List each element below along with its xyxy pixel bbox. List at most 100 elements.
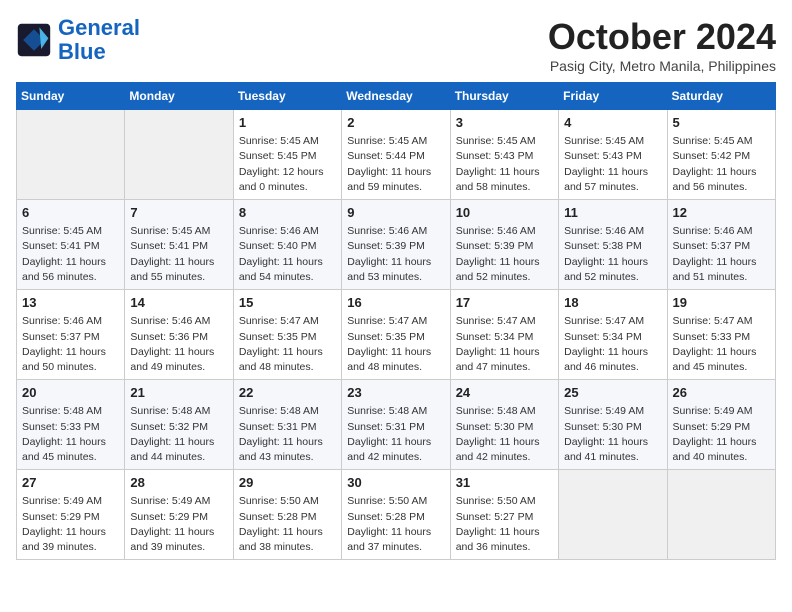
- header-row: SundayMondayTuesdayWednesdayThursdayFrid…: [17, 83, 776, 110]
- calendar-cell: 19 Sunrise: 5:47 AMSunset: 5:33 PMDayligh…: [667, 290, 775, 380]
- header-cell-wednesday: Wednesday: [342, 83, 450, 110]
- calendar-cell: 9Sunrise: 5:46 AMSunset: 5:39 PMDaylight…: [342, 200, 450, 290]
- cell-content: Sunrise: 5:46 AMSunset: 5:36 PMDaylight:…: [130, 314, 227, 375]
- calendar-cell: 21 Sunrise: 5:48 AMSunset: 5:32 PMDayligh…: [125, 380, 233, 470]
- calendar-cell: 4 Sunrise: 5:45 AMSunset: 5:43 PMDaylight…: [559, 110, 667, 200]
- day-number: 21: [130, 384, 227, 402]
- cell-content: Sunrise: 5:48 AMSunset: 5:31 PMDaylight:…: [239, 404, 336, 465]
- cell-content: Sunrise: 5:46 AMSunset: 5:37 PMDaylight:…: [673, 224, 770, 285]
- calendar-cell: 1 Sunrise: 5:45 AMSunset: 5:45 PMDaylight…: [233, 110, 341, 200]
- calendar-cell: 18 Sunrise: 5:47 AMSunset: 5:34 PMDayligh…: [559, 290, 667, 380]
- calendar-cell: 14 Sunrise: 5:46 AMSunset: 5:36 PMDayligh…: [125, 290, 233, 380]
- day-number: 29: [239, 474, 336, 492]
- cell-content: Sunrise: 5:48 AMSunset: 5:31 PMDaylight:…: [347, 404, 444, 465]
- day-number: 14: [130, 294, 227, 312]
- calendar-cell: [17, 110, 125, 200]
- day-number: 11: [564, 204, 661, 222]
- calendar-cell: 5Sunrise: 5:45 AMSunset: 5:42 PMDaylight…: [667, 110, 775, 200]
- day-number: 27: [22, 474, 119, 492]
- week-row-1: 1 Sunrise: 5:45 AMSunset: 5:45 PMDaylight…: [17, 110, 776, 200]
- cell-content: Sunrise: 5:48 AMSunset: 5:30 PMDaylight:…: [456, 404, 553, 465]
- calendar-cell: 28Sunrise: 5:49 AMSunset: 5:29 PMDayligh…: [125, 470, 233, 560]
- calendar-cell: 20Sunrise: 5:48 AMSunset: 5:33 PMDayligh…: [17, 380, 125, 470]
- header-cell-monday: Monday: [125, 83, 233, 110]
- calendar-cell: 24 Sunrise: 5:48 AMSunset: 5:30 PMDayligh…: [450, 380, 558, 470]
- day-number: 1: [239, 114, 336, 132]
- day-number: 25: [564, 384, 661, 402]
- calendar-cell: 27Sunrise: 5:49 AMSunset: 5:29 PMDayligh…: [17, 470, 125, 560]
- calendar-cell: 3Sunrise: 5:45 AMSunset: 5:43 PMDaylight…: [450, 110, 558, 200]
- cell-content: Sunrise: 5:49 AMSunset: 5:29 PMDaylight:…: [130, 494, 227, 555]
- title-block: October 2024 Pasig City, Metro Manila, P…: [548, 16, 776, 74]
- calendar-cell: 7 Sunrise: 5:45 AMSunset: 5:41 PMDaylight…: [125, 200, 233, 290]
- cell-content: Sunrise: 5:48 AMSunset: 5:32 PMDaylight:…: [130, 404, 227, 465]
- cell-content: Sunrise: 5:46 AMSunset: 5:40 PMDaylight:…: [239, 224, 336, 285]
- day-number: 7: [130, 204, 227, 222]
- cell-content: Sunrise: 5:45 AMSunset: 5:43 PMDaylight:…: [564, 134, 661, 195]
- header-cell-saturday: Saturday: [667, 83, 775, 110]
- month-title: October 2024: [548, 16, 776, 58]
- day-number: 5: [673, 114, 770, 132]
- cell-content: Sunrise: 5:47 AMSunset: 5:33 PMDaylight:…: [673, 314, 770, 375]
- cell-content: Sunrise: 5:45 AMSunset: 5:44 PMDaylight:…: [347, 134, 444, 195]
- calendar-cell: 26Sunrise: 5:49 AMSunset: 5:29 PMDayligh…: [667, 380, 775, 470]
- day-number: 3: [456, 114, 553, 132]
- cell-content: Sunrise: 5:49 AMSunset: 5:29 PMDaylight:…: [673, 404, 770, 465]
- cell-content: Sunrise: 5:49 AMSunset: 5:30 PMDaylight:…: [564, 404, 661, 465]
- day-number: 15: [239, 294, 336, 312]
- calendar-cell: 25 Sunrise: 5:49 AMSunset: 5:30 PMDayligh…: [559, 380, 667, 470]
- calendar-cell: 17 Sunrise: 5:47 AMSunset: 5:34 PMDayligh…: [450, 290, 558, 380]
- header-cell-tuesday: Tuesday: [233, 83, 341, 110]
- page-header: General Blue October 2024 Pasig City, Me…: [16, 16, 776, 74]
- day-number: 24: [456, 384, 553, 402]
- cell-content: Sunrise: 5:50 AMSunset: 5:28 PMDaylight:…: [347, 494, 444, 555]
- cell-content: Sunrise: 5:46 AMSunset: 5:37 PMDaylight:…: [22, 314, 119, 375]
- logo-line1: General: [58, 15, 140, 40]
- calendar-body: 1 Sunrise: 5:45 AMSunset: 5:45 PMDaylight…: [17, 110, 776, 560]
- calendar-cell: 13Sunrise: 5:46 AMSunset: 5:37 PMDayligh…: [17, 290, 125, 380]
- week-row-4: 20Sunrise: 5:48 AMSunset: 5:33 PMDayligh…: [17, 380, 776, 470]
- calendar-cell: 10 Sunrise: 5:46 AMSunset: 5:39 PMDayligh…: [450, 200, 558, 290]
- calendar-cell: 22Sunrise: 5:48 AMSunset: 5:31 PMDayligh…: [233, 380, 341, 470]
- day-number: 12: [673, 204, 770, 222]
- calendar-cell: 2 Sunrise: 5:45 AMSunset: 5:44 PMDaylight…: [342, 110, 450, 200]
- day-number: 18: [564, 294, 661, 312]
- header-cell-sunday: Sunday: [17, 83, 125, 110]
- day-number: 17: [456, 294, 553, 312]
- day-number: 19: [673, 294, 770, 312]
- logo-icon: [16, 22, 52, 58]
- week-row-3: 13Sunrise: 5:46 AMSunset: 5:37 PMDayligh…: [17, 290, 776, 380]
- calendar-cell: 30 Sunrise: 5:50 AMSunset: 5:28 PMDayligh…: [342, 470, 450, 560]
- cell-content: Sunrise: 5:47 AMSunset: 5:35 PMDaylight:…: [239, 314, 336, 375]
- calendar-table: SundayMondayTuesdayWednesdayThursdayFrid…: [16, 82, 776, 560]
- day-number: 30: [347, 474, 444, 492]
- cell-content: Sunrise: 5:46 AMSunset: 5:39 PMDaylight:…: [456, 224, 553, 285]
- cell-content: Sunrise: 5:47 AMSunset: 5:34 PMDaylight:…: [456, 314, 553, 375]
- day-number: 2: [347, 114, 444, 132]
- calendar-cell: [125, 110, 233, 200]
- week-row-5: 27 Sunrise: 5:49 AMSunset: 5:29 PMDayligh…: [17, 470, 776, 560]
- header-cell-thursday: Thursday: [450, 83, 558, 110]
- cell-content: Sunrise: 5:45 AMSunset: 5:41 PMDaylight:…: [22, 224, 119, 285]
- day-number: 10: [456, 204, 553, 222]
- cell-content: Sunrise: 5:50 AMSunset: 5:28 PMDaylight:…: [239, 494, 336, 555]
- day-number: 4: [564, 114, 661, 132]
- day-number: 31: [456, 474, 553, 492]
- calendar-cell: 16Sunrise: 5:47 AMSunset: 5:35 PMDayligh…: [342, 290, 450, 380]
- cell-content: Sunrise: 5:47 AMSunset: 5:35 PMDaylight:…: [347, 314, 444, 375]
- calendar-cell: 23Sunrise: 5:48 AMSunset: 5:31 PMDayligh…: [342, 380, 450, 470]
- calendar-cell: 11Sunrise: 5:46 AMSunset: 5:38 PMDayligh…: [559, 200, 667, 290]
- week-row-2: 6 Sunrise: 5:45 AMSunset: 5:41 PMDaylight…: [17, 200, 776, 290]
- calendar-cell: 12 Sunrise: 5:46 AMSunset: 5:37 PMDayligh…: [667, 200, 775, 290]
- cell-content: Sunrise: 5:46 AMSunset: 5:39 PMDaylight:…: [347, 224, 444, 285]
- header-cell-friday: Friday: [559, 83, 667, 110]
- calendar-header: SundayMondayTuesdayWednesdayThursdayFrid…: [17, 83, 776, 110]
- cell-content: Sunrise: 5:45 AMSunset: 5:41 PMDaylight:…: [130, 224, 227, 285]
- calendar-cell: 15 Sunrise: 5:47 AMSunset: 5:35 PMDayligh…: [233, 290, 341, 380]
- calendar-cell: 29 Sunrise: 5:50 AMSunset: 5:28 PMDayligh…: [233, 470, 341, 560]
- cell-content: Sunrise: 5:47 AMSunset: 5:34 PMDaylight:…: [564, 314, 661, 375]
- calendar-cell: 8Sunrise: 5:46 AMSunset: 5:40 PMDaylight…: [233, 200, 341, 290]
- logo: General Blue: [16, 16, 140, 64]
- day-number: 6: [22, 204, 119, 222]
- cell-content: Sunrise: 5:45 AMSunset: 5:45 PMDaylight:…: [239, 134, 336, 195]
